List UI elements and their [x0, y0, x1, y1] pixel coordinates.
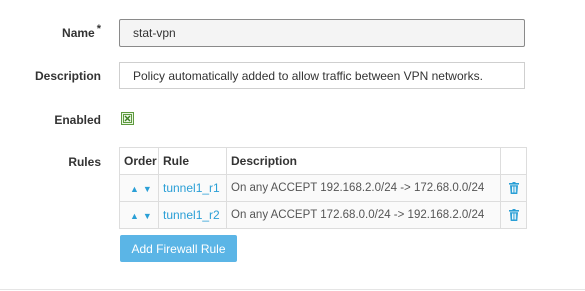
required-marker: *: [96, 23, 101, 35]
name-input[interactable]: stat-vpn: [119, 19, 525, 47]
header-rule[interactable]: Rule: [158, 147, 227, 175]
arrow-up-icon[interactable]: ▲: [130, 211, 143, 221]
rule-cell: tunnel1_r2: [158, 201, 227, 229]
actions-cell: [500, 201, 527, 229]
rule-link[interactable]: tunnel1_r2: [163, 208, 220, 222]
enabled-label: Enabled: [54, 113, 101, 127]
rules-table-header: Order Rule Description: [119, 147, 527, 175]
add-firewall-rule-button[interactable]: Add Firewall Rule: [120, 235, 237, 262]
arrow-up-icon[interactable]: ▲: [130, 184, 143, 194]
rule-description: On any ACCEPT 172.68.0.0/24 -> 192.168.2…: [226, 201, 501, 229]
header-order[interactable]: Order: [119, 147, 159, 175]
rule-description: On any ACCEPT 192.168.2.0/24 -> 172.68.0…: [226, 174, 501, 202]
name-value: stat-vpn: [133, 26, 176, 40]
description-value: Policy automatically added to allow traf…: [133, 68, 483, 83]
rules-label: Rules: [68, 155, 101, 169]
table-row: ▲▼ tunnel1_r1 On any ACCEPT 192.168.2.0/…: [119, 174, 527, 202]
actions-cell: [500, 174, 527, 202]
table-row: ▲▼ tunnel1_r2 On any ACCEPT 172.68.0.0/2…: [119, 201, 527, 229]
checkbox-checked-icon: [123, 114, 132, 123]
rule-link[interactable]: tunnel1_r1: [163, 181, 220, 195]
trash-icon[interactable]: [508, 209, 519, 221]
description-input[interactable]: Policy automatically added to allow traf…: [119, 62, 525, 89]
order-cell: ▲▼: [119, 201, 159, 229]
header-actions: [500, 147, 527, 175]
order-cell: ▲▼: [119, 174, 159, 202]
name-label: Name *: [62, 23, 101, 40]
rule-cell: tunnel1_r1: [158, 174, 227, 202]
divider: [0, 289, 585, 290]
trash-icon[interactable]: [508, 182, 519, 194]
enabled-checkbox[interactable]: [121, 112, 134, 125]
arrow-down-icon[interactable]: ▼: [143, 184, 156, 194]
header-description[interactable]: Description: [226, 147, 501, 175]
description-label: Description: [34, 69, 101, 83]
rules-table: Order Rule Description ▲▼ tunnel1_r1 On …: [119, 147, 527, 229]
arrow-down-icon[interactable]: ▼: [143, 211, 156, 221]
